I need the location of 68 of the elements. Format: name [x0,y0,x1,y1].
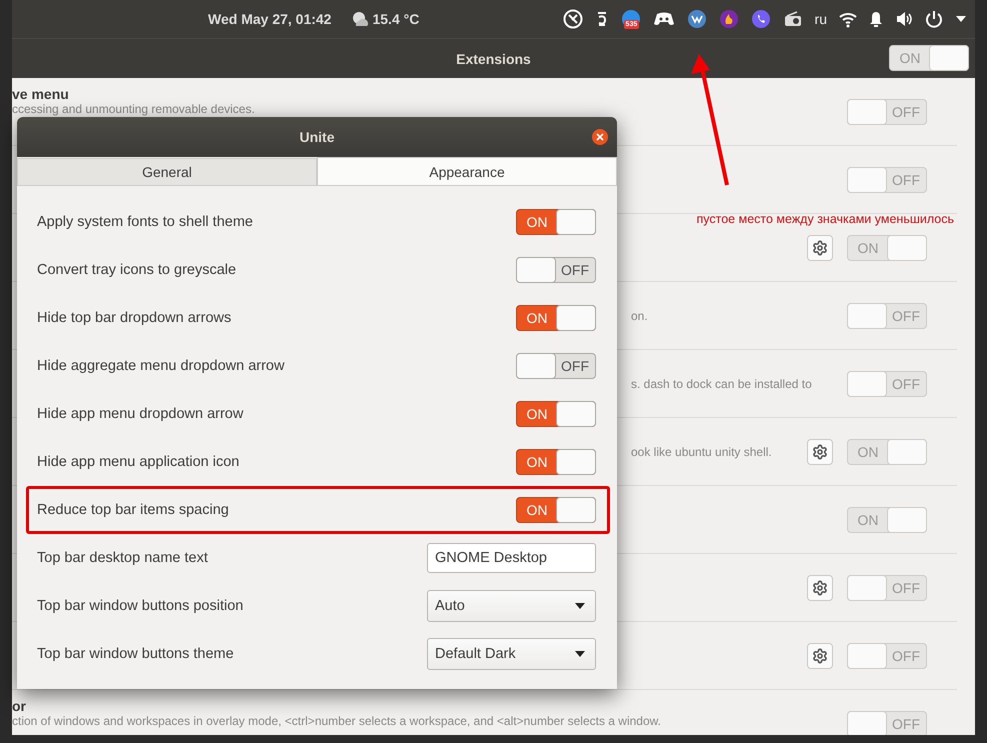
settings-button[interactable] [807,234,833,260]
clock[interactable]: Wed May 27, 01:42 [208,11,332,27]
toggle-switch[interactable]: ON [847,438,927,464]
input-field[interactable]: GNOME Desktop [427,543,596,573]
caret-icon[interactable] [955,15,967,23]
gear-icon [812,648,828,664]
extension-description: on. [631,308,649,322]
annotation-text: пустое место между значками уменьшилось [696,212,954,226]
settings-button[interactable] [807,642,833,668]
setting-label: Hide top bar dropdown arrows [37,310,232,326]
toggle-switch[interactable]: ON [847,506,927,532]
close-icon [596,133,604,141]
bell-icon[interactable] [869,10,883,28]
toggle-switch[interactable]: OFF [847,642,927,668]
toggle-switch[interactable]: ON [847,234,927,260]
setting-label: Reduce top bar items spacing [37,502,229,518]
setting-label: Apply system fonts to shell theme [37,214,253,230]
toggle-switch[interactable]: ON [889,45,969,71]
caret-icon [575,603,585,609]
dropdown[interactable]: Auto [427,590,596,622]
toggle-switch[interactable]: ON [516,449,596,475]
extension-description: ook like ubuntu unity shell. [631,444,773,458]
toggle-switch[interactable]: ON [516,209,596,235]
toggle-switch[interactable]: OFF [847,98,927,124]
toggle-switch[interactable]: ON [516,401,596,427]
setting-label: Convert tray icons to greyscale [37,262,236,278]
toggle-switch[interactable]: ON [516,305,596,331]
gear-icon [812,240,828,256]
close-button[interactable] [592,129,608,145]
toggle-switch[interactable]: OFF [516,353,596,379]
setting-label: Top bar window buttons theme [37,646,234,662]
extension-description: s. dash to dock can be installed to [631,376,813,390]
toggle-switch[interactable]: OFF [847,710,927,735]
tab[interactable]: Appearance [317,157,617,185]
tab[interactable]: General [17,158,317,185]
toggle-switch[interactable]: OFF [847,370,927,396]
caret-icon [575,651,585,657]
extension-name: ve menu [12,86,70,102]
window-title: Extensions [456,50,531,66]
setting-label: Hide app menu dropdown arrow [37,406,244,422]
gear-icon [812,444,828,460]
toggle-switch[interactable]: ON [516,497,596,523]
volume-icon[interactable] [895,10,913,28]
extension-description: ction of windows and workspaces in overlay mode, <ctrl>number selects a workspace, and <alt>number selects a window. [12,714,662,728]
extension-description: ccessing and unmounting removable devices. [12,102,256,116]
crossed-circle-icon[interactable] [562,9,583,29]
phone-bubble-icon[interactable] [750,9,771,29]
setting-label: Hide app menu application icon [37,454,240,470]
dropdown[interactable]: Default Dark [427,638,596,670]
temperature-text: 15.4 °C [372,11,420,27]
toggle-switch[interactable]: OFF [847,302,927,328]
settings-button[interactable] [807,438,833,464]
setting-label: Top bar window buttons position [37,598,244,614]
toggle-switch[interactable]: OFF [847,166,927,192]
setting-label: Top bar desktop name text [37,550,208,566]
extension-name: or [12,698,27,714]
toggle-switch[interactable]: OFF [847,574,927,600]
dialog-title: Unite [300,129,334,145]
toggle-switch[interactable]: OFF [516,257,596,283]
power-icon[interactable] [925,10,943,28]
weather-icon [352,11,370,27]
setting-label: Hide aggregate menu dropdown arrow [37,358,284,374]
wifi-icon[interactable] [839,10,857,28]
gear-icon [812,580,828,596]
radio-icon[interactable] [782,9,803,29]
keyboard-layout-indicator[interactable]: ru [814,11,827,27]
flame-icon[interactable] [718,9,739,29]
settings-button[interactable] [807,574,833,600]
